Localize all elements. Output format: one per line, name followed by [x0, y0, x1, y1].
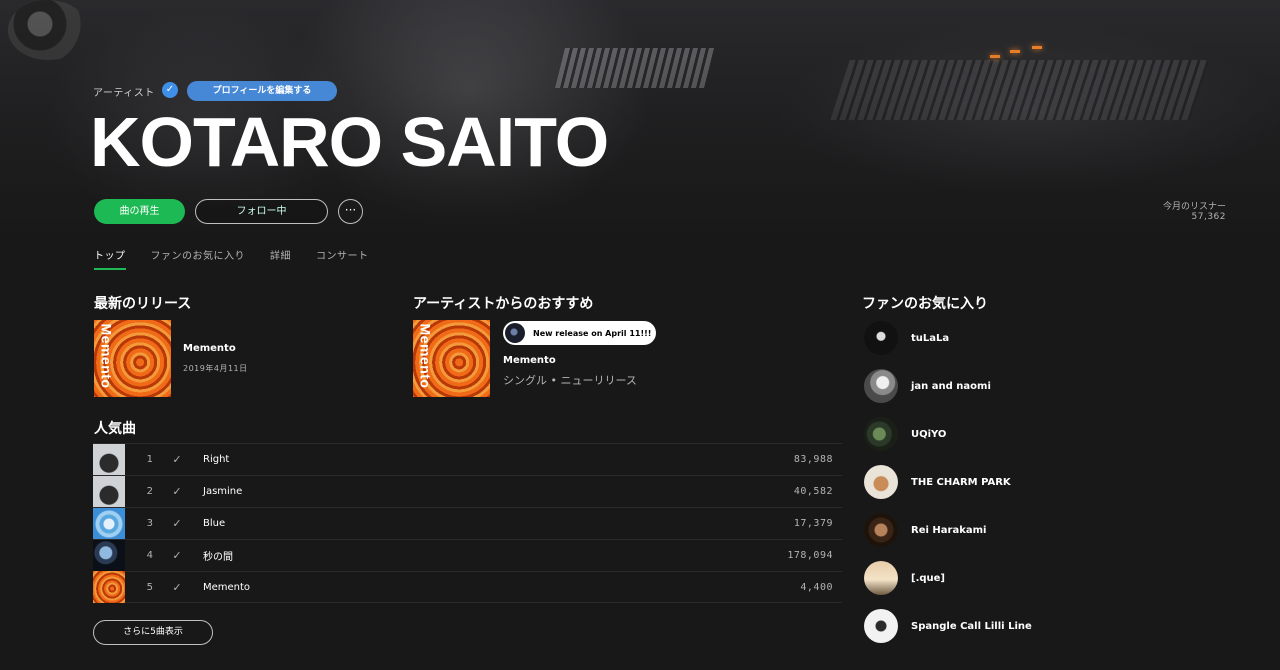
related-artist-item[interactable]: THE CHARM PARK	[864, 465, 1032, 499]
latest-release-date: 2019年4月11日	[183, 364, 248, 373]
verified-icon: ✓	[162, 82, 178, 98]
artist-avatar-icon	[505, 323, 525, 343]
track-artwork	[93, 507, 125, 540]
artist-tabs: トップ ファンのお気に入り 詳細 コンサート	[94, 247, 394, 270]
artist-pick-badge[interactable]: New release on April 11!!!	[503, 321, 656, 345]
track-number: 1	[146, 454, 153, 465]
avatar	[864, 465, 898, 499]
track-artwork	[93, 475, 125, 508]
artist-pick-subtitle: シングル • ニューリリース	[503, 374, 637, 387]
related-artists-list: tuLaLa jan and naomi UQiYO THE CHARM PAR…	[864, 321, 1032, 658]
latest-release-heading: 最新のリリース	[94, 296, 192, 312]
monthly-listeners-label: 今月のリスナー	[1162, 202, 1226, 212]
track-title: Right	[203, 454, 230, 465]
artist-pick-badge-text: New release on April 11!!!	[533, 328, 652, 338]
track-artwork	[93, 571, 125, 603]
avatar	[864, 609, 898, 643]
track-title: Jasmine	[203, 486, 243, 497]
play-button[interactable]: 曲の再生	[94, 199, 185, 224]
track-number: 3	[146, 518, 153, 529]
follow-button[interactable]: フォロー中	[195, 199, 328, 224]
track-title: 秒の間	[203, 552, 233, 563]
avatar	[864, 321, 898, 355]
track-play-count: 40,582	[793, 486, 833, 497]
more-options-button[interactable]: ···	[338, 199, 363, 224]
track-play-count: 83,988	[793, 454, 833, 465]
show-more-tracks-button[interactable]: さらに5曲表示	[93, 620, 213, 645]
tab-fans-favorites[interactable]: ファンのお気に入り	[151, 247, 246, 270]
artist-pick-cover[interactable]: Memento	[413, 320, 490, 397]
artist-name: KOTARO SAITO	[90, 103, 609, 181]
track-title: Blue	[203, 518, 226, 529]
related-artist-item[interactable]: UQiYO	[864, 417, 1032, 451]
track-play-count: 4,400	[800, 581, 833, 593]
popular-tracks-heading: 人気曲	[94, 421, 136, 437]
related-artist-item[interactable]: [.que]	[864, 561, 1032, 595]
avatar	[864, 369, 898, 403]
cover-title: Memento	[417, 323, 434, 389]
track-row[interactable]: 3 ✓ Blue 17,379	[93, 507, 842, 540]
track-play-count: 178,094	[787, 550, 833, 561]
related-artist-name: Rei Harakami	[911, 524, 987, 536]
cover-title: Memento	[98, 323, 115, 389]
related-artist-name: jan and naomi	[911, 380, 991, 392]
check-icon[interactable]: ✓	[159, 517, 195, 530]
monthly-listeners-count: 57,362	[1191, 212, 1226, 222]
check-icon[interactable]: ✓	[159, 549, 195, 562]
artist-pick-heading: アーティストからのおすすめ	[413, 296, 594, 312]
check-icon[interactable]: ✓	[159, 485, 195, 498]
related-artist-name: UQiYO	[911, 428, 947, 440]
related-artist-name: tuLaLa	[911, 332, 950, 344]
related-artist-item[interactable]: Rei Harakami	[864, 513, 1032, 547]
avatar	[864, 513, 898, 547]
track-number: 5	[146, 581, 153, 593]
artist-pick-title[interactable]: Memento	[503, 355, 556, 366]
tab-concerts[interactable]: コンサート	[316, 247, 369, 270]
track-number: 2	[146, 486, 153, 497]
track-artwork	[93, 539, 125, 572]
track-number: 4	[146, 550, 153, 561]
track-title: Memento	[203, 581, 251, 593]
track-play-count: 17,379	[793, 518, 833, 529]
track-row[interactable]: 1 ✓ Right 83,988	[93, 443, 842, 476]
tab-top[interactable]: トップ	[94, 247, 126, 270]
related-artist-name: [.que]	[911, 572, 945, 584]
related-artist-item[interactable]: Spangle Call Lilli Line	[864, 609, 1032, 643]
track-row[interactable]: 2 ✓ Jasmine 40,582	[93, 475, 842, 508]
avatar	[864, 561, 898, 595]
related-artist-name: Spangle Call Lilli Line	[911, 620, 1032, 632]
track-row[interactable]: 5 ✓ Memento 4,400	[93, 571, 842, 603]
edit-profile-button[interactable]: プロフィールを編集する	[187, 81, 337, 101]
latest-release-cover[interactable]: Memento	[94, 320, 171, 397]
popular-tracks-list: 1 ✓ Right 83,988 2 ✓ Jasmine 40,582 3 ✓ …	[93, 443, 842, 603]
tab-details[interactable]: 詳細	[270, 247, 291, 270]
track-row[interactable]: 4 ✓ 秒の間 178,094	[93, 539, 842, 572]
latest-release-title[interactable]: Memento	[183, 343, 236, 354]
related-artist-name: THE CHARM PARK	[911, 476, 1011, 488]
related-artist-item[interactable]: jan and naomi	[864, 369, 1032, 403]
fans-also-like-heading: ファンのお気に入り	[862, 296, 988, 312]
check-icon[interactable]: ✓	[159, 453, 195, 466]
artist-type-label: アーティスト	[93, 88, 155, 99]
check-icon[interactable]: ✓	[159, 581, 195, 594]
related-artist-item[interactable]: tuLaLa	[864, 321, 1032, 355]
avatar	[864, 417, 898, 451]
track-artwork	[93, 443, 125, 476]
